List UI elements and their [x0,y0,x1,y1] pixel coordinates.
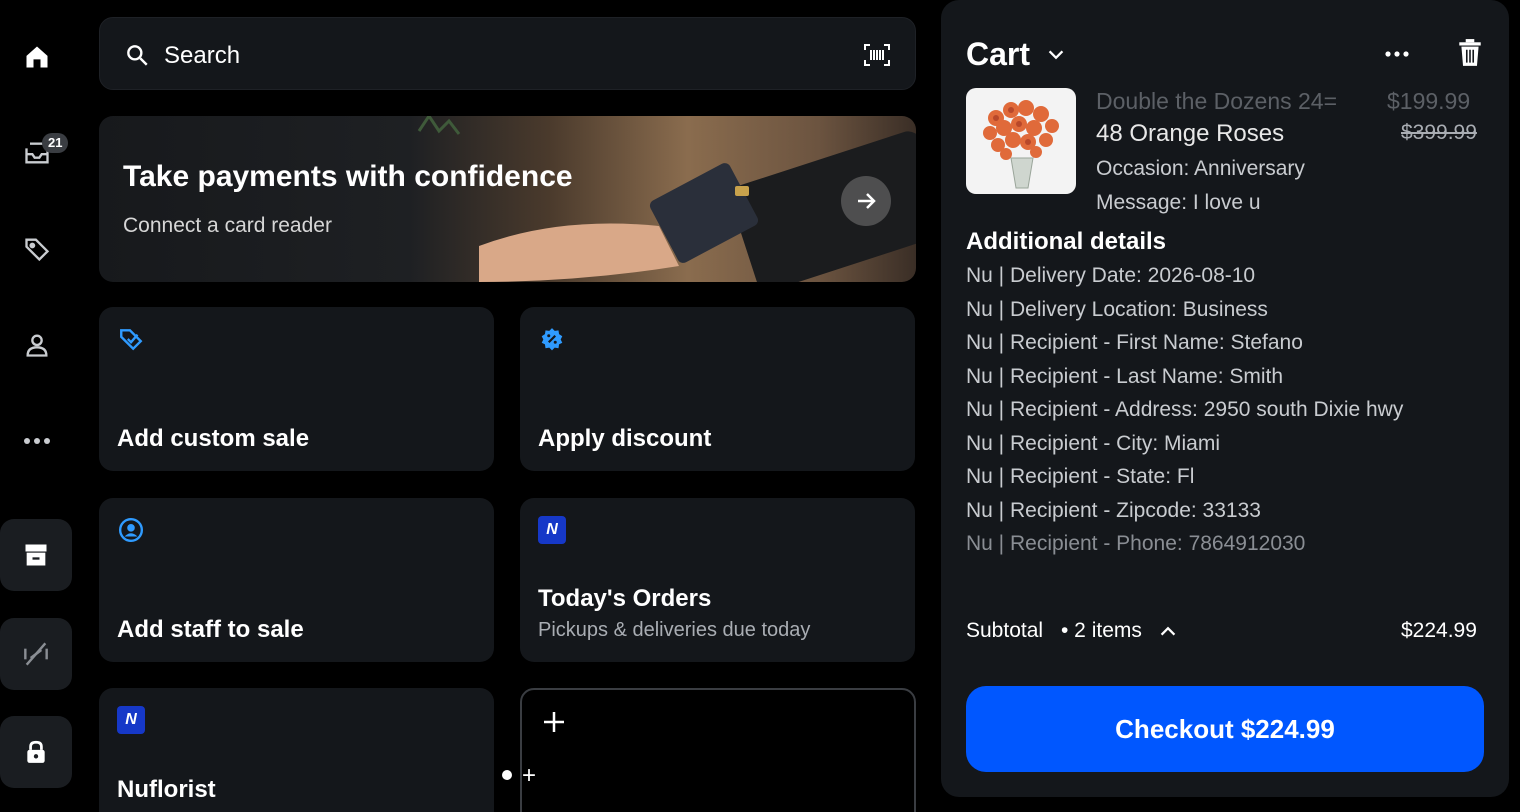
chevron-up-icon[interactable] [1157,620,1179,647]
detail-line: Nu | Recipient - Phone: 7864912030 [966,532,1306,555]
detail-line: Nu | Recipient - Address: 2950 south Dix… [966,398,1404,421]
item-name[interactable]: 48 Orange Roses [1096,120,1284,148]
item-message: Message: I love u [1096,191,1261,214]
subtotal-amount: $224.99 [1401,619,1477,642]
chevron-down-icon[interactable] [1045,44,1067,71]
more-options-icon[interactable] [1383,40,1411,73]
add-tile-button[interactable] [520,688,916,812]
nu-logo-icon: N [538,516,566,544]
storefront-icon [25,544,47,566]
detail-line: Nu | Recipient - City: Miami [966,432,1221,455]
home-icon[interactable] [20,40,54,74]
plus-icon[interactable]: + [522,762,536,790]
offline-icon [24,642,48,666]
tag-icon[interactable] [20,232,54,266]
checkout-button[interactable]: Checkout $224.99 [966,686,1484,772]
detail-line: Nu | Delivery Date: 2026-08-10 [966,264,1256,287]
inbox-badge: 21 [42,133,69,153]
search-bar[interactable]: Search [99,17,916,90]
tile-title: Today's Orders [538,585,712,612]
detail-line: Nu | Recipient - State: Fl [966,465,1195,488]
search-input[interactable]: Search [164,42,240,70]
plus-icon [544,712,564,732]
tile-subtitle: Pickups & deliveries due today [538,619,811,641]
banner-title: Take payments with confidence [123,160,573,193]
staff-icon [117,516,145,544]
lock-icon [27,740,45,763]
tile-title: Apply discount [538,425,712,452]
item-occasion: Occasion: Anniversary [1096,157,1305,180]
detail-line: Nu | Recipient - Zipcode: 33133 [966,499,1261,522]
nu-logo-icon: N [117,706,145,734]
add-staff-tile[interactable]: Add staff to sale [99,498,494,662]
storefront-button[interactable] [0,519,72,591]
subtotal-item-count[interactable]: • 2 items [1061,619,1142,643]
person-icon[interactable] [20,328,54,362]
apply-discount-tile[interactable]: Apply discount [520,307,915,471]
faded-item-price: $199.99 [1387,88,1471,114]
tile-title: Add staff to sale [117,616,304,643]
cart-panel: Cart Double the Dozens 24= $199.99 48 Or… [941,0,1509,797]
more-icon[interactable] [20,424,54,458]
offline-payments-button[interactable] [0,618,72,690]
trash-icon[interactable] [1457,38,1483,73]
tile-title: Add custom sale [117,425,310,452]
lock-button[interactable] [0,716,72,788]
item-original-price: $399.99 [1401,121,1477,144]
sidebar: 21 [0,0,74,812]
subtotal-label: Subtotal [966,619,1044,642]
tag-check-icon [117,325,145,353]
additional-details-title: Additional details [966,228,1167,255]
tile-title: Nuflorist [117,776,216,803]
faded-item-line: Double the Dozens 24= [1096,88,1338,114]
detail-line: Nu | Recipient - Last Name: Smith [966,365,1284,388]
search-icon [124,42,150,73]
banner-subtitle: Connect a card reader [123,214,332,237]
product-image [966,88,1076,194]
arrow-right-icon[interactable] [841,176,891,226]
todays-orders-tile[interactable]: N Today's Orders Pickups & deliveries du… [520,498,915,662]
detail-line: Nu | Delivery Location: Business [966,298,1268,321]
nuflorist-tile[interactable]: N Nuflorist [99,688,494,812]
add-custom-sale-tile[interactable]: Add custom sale [99,307,494,471]
drag-handle-dot[interactable] [502,770,512,780]
card-reader-banner[interactable]: Take payments with confidence Connect a … [99,116,916,282]
banner-image [417,116,916,282]
detail-line: Nu | Recipient - First Name: Stefano [966,331,1303,354]
discount-icon [538,325,566,353]
cart-title[interactable]: Cart [966,36,1030,73]
barcode-scan-icon[interactable] [863,43,891,72]
